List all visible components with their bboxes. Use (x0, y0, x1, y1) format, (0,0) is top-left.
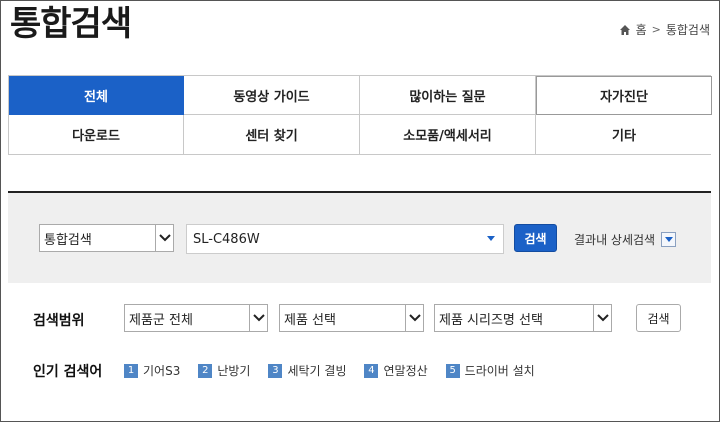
popular-keyword[interactable]: 5 드라이버 설치 (445, 362, 535, 379)
category-tabs: 전체 동영상 가이드 많이하는 질문 자가진단 다운로드 센터 찾기 소모품/액… (8, 75, 712, 155)
search-area: 통합검색 SL-C486W 검색 결과내 상세검색 (8, 193, 711, 283)
rank-badge: 2 (198, 363, 213, 378)
filter-area: 검색범위 제품군 전체 제품 선택 제품 시리즈명 선택 검색 인기 검색어 1… (8, 283, 711, 413)
page-title: 통합검색 (10, 4, 132, 44)
search-scope-select[interactable]: 통합검색 (39, 224, 174, 252)
popular-keyword-text[interactable]: 드라이버 설치 (465, 362, 535, 379)
popular-keywords-list: 1 기어S3 2 난방기 3 세탁기 결빙 4 연말정산 5 드라이버 설치 (124, 362, 553, 379)
popular-keyword-text[interactable]: 난방기 (217, 362, 250, 379)
product-value: 제품 선택 (284, 312, 336, 328)
tab-accessories[interactable]: 소모품/액세서리 (360, 115, 536, 154)
popular-keyword-text[interactable]: 연말정산 (383, 362, 427, 379)
popular-keyword[interactable]: 1 기어S3 (124, 362, 180, 379)
series-select[interactable]: 제품 시리즈명 선택 (434, 304, 612, 332)
chevron-down-icon[interactable] (155, 225, 173, 251)
breadcrumb: 홈 > 통합검색 (619, 22, 710, 38)
filter-search-button[interactable]: 검색 (636, 304, 681, 332)
rank-badge: 4 (364, 363, 379, 378)
popular-keywords-label: 인기 검색어 (33, 364, 103, 380)
tab-service-center[interactable]: 센터 찾기 (184, 115, 360, 154)
breadcrumb-home[interactable]: 홈 (636, 22, 647, 38)
popular-keyword[interactable]: 4 연말정산 (364, 362, 428, 379)
rank-badge: 1 (124, 363, 138, 378)
tab-etc[interactable]: 기타 (536, 115, 712, 154)
tab-self-diagnosis[interactable]: 자가진단 (536, 76, 712, 115)
search-scope-value: 통합검색 (44, 232, 92, 248)
rank-badge: 5 (445, 363, 460, 378)
rank-badge: 3 (268, 363, 283, 378)
series-value: 제품 시리즈명 선택 (439, 312, 543, 328)
search-range-label: 검색범위 (33, 313, 85, 329)
chevron-down-icon[interactable] (593, 305, 611, 331)
tab-video-guide[interactable]: 동영상 가이드 (184, 76, 360, 115)
breadcrumb-current: 통합검색 (665, 23, 710, 37)
expand-icon[interactable] (661, 232, 677, 247)
search-query: SL-C486W (193, 231, 260, 247)
product-group-select[interactable]: 제품군 전체 (124, 304, 268, 332)
chevron-right-icon: > (651, 23, 661, 36)
chevron-down-icon[interactable] (249, 305, 267, 331)
detail-search[interactable]: 결과내 상세검색 (574, 231, 677, 248)
chevron-down-icon[interactable] (405, 305, 423, 331)
popular-keyword-text[interactable]: 기어S3 (143, 362, 180, 379)
tab-all[interactable]: 전체 (9, 76, 184, 115)
tab-faq[interactable]: 많이하는 질문 (360, 76, 536, 115)
product-group-value: 제품군 전체 (129, 312, 193, 328)
tab-download[interactable]: 다운로드 (9, 115, 184, 154)
dropdown-triangle-icon[interactable] (487, 236, 495, 241)
popular-keyword[interactable]: 2 난방기 (198, 362, 250, 379)
product-select[interactable]: 제품 선택 (279, 304, 424, 332)
popular-keyword-text[interactable]: 세탁기 결빙 (287, 362, 346, 379)
popular-keyword[interactable]: 3 세탁기 결빙 (268, 362, 346, 379)
search-input[interactable]: SL-C486W (186, 224, 504, 254)
home-icon[interactable] (619, 24, 631, 36)
detail-search-label: 결과내 상세검색 (574, 233, 656, 247)
search-button[interactable]: 검색 (514, 224, 557, 252)
